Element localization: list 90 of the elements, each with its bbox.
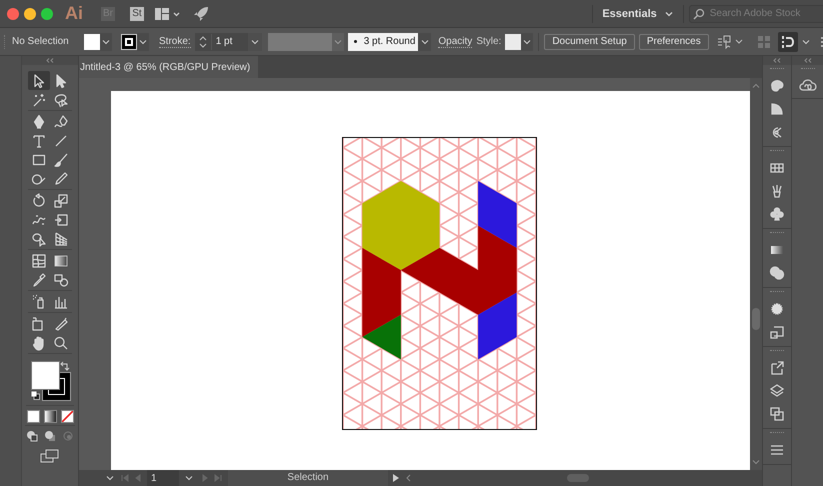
mesh-icon xyxy=(31,252,47,268)
stock-button[interactable]: St xyxy=(130,6,144,20)
overlapping-circles-icon[interactable] xyxy=(769,265,785,281)
workspace-switcher[interactable]: Essentials xyxy=(593,8,683,20)
brush-definition-dropdown[interactable]: 3 pt. Round xyxy=(348,32,432,50)
rocket-icon[interactable] xyxy=(193,6,209,22)
paintbrush-icon xyxy=(53,152,69,168)
transform-options-icon[interactable] xyxy=(716,34,744,50)
zigzag-shape[interactable] xyxy=(362,226,517,338)
graphic-style-icon[interactable] xyxy=(769,324,785,340)
panel-grip-icon[interactable] xyxy=(4,34,7,48)
document-tab[interactable]: Jntitled-3 @ 65% (RGB/GPU Preview) xyxy=(79,56,258,78)
line-segment-icon xyxy=(53,132,69,148)
stroke-label[interactable]: Stroke: xyxy=(159,36,191,48)
current-tool-status: Selection xyxy=(228,470,388,486)
collapse-icon[interactable] xyxy=(46,58,54,63)
collapse-icon[interactable] xyxy=(773,58,781,63)
color-palette-icon[interactable] xyxy=(769,78,785,94)
align-to-key-icon xyxy=(780,34,796,50)
artboard-number-field[interactable]: 1 xyxy=(147,470,179,486)
opacity-label[interactable]: Opacity xyxy=(438,36,472,48)
fill-swatch[interactable] xyxy=(84,34,100,50)
export-icon[interactable] xyxy=(769,360,785,376)
draw-behind-icon[interactable] xyxy=(43,429,57,443)
eyedropper-icon xyxy=(31,272,47,288)
scale-icon xyxy=(53,192,69,208)
curvature-pen-icon xyxy=(53,114,69,130)
color-guide-icon[interactable] xyxy=(769,101,785,117)
caret-icon[interactable] xyxy=(800,38,811,46)
gradient-icon xyxy=(53,252,69,268)
isolate-group-button[interactable] xyxy=(778,32,798,52)
collapse-icon[interactable] xyxy=(804,58,812,63)
zoom-icon xyxy=(53,334,69,350)
parallelogram[interactable] xyxy=(478,181,517,248)
hexagon[interactable] xyxy=(362,181,440,270)
triangle[interactable] xyxy=(362,314,401,360)
style-dropdown[interactable] xyxy=(521,32,534,50)
color-mode-button[interactable] xyxy=(26,409,40,423)
control-bar-button[interactable]: Document Setup xyxy=(544,34,635,50)
layers-icon[interactable] xyxy=(769,383,785,399)
parallelogram[interactable] xyxy=(478,292,517,360)
stroke-swatch[interactable] xyxy=(121,34,137,50)
gradient-mode-button[interactable] xyxy=(43,409,57,423)
caret-icon xyxy=(139,38,147,44)
app-logo: Ai xyxy=(65,3,83,24)
caret-icon[interactable] xyxy=(248,32,262,50)
graphic-style-swatch[interactable] xyxy=(505,34,522,50)
caret-icon xyxy=(185,475,193,481)
pencil-icon xyxy=(53,170,69,186)
caret-icon xyxy=(334,38,342,44)
club-icon[interactable] xyxy=(769,206,785,222)
stroke-dropdown[interactable] xyxy=(137,32,149,50)
cloud-icon[interactable] xyxy=(798,78,818,92)
horizontal-scrollbar-thumb[interactable] xyxy=(567,474,589,482)
minimize-window-button[interactable] xyxy=(24,8,36,20)
caret-icon xyxy=(664,10,674,18)
screen-mode-icon[interactable] xyxy=(40,449,60,463)
dotted-circle-icon[interactable] xyxy=(769,301,785,317)
none-mode-button[interactable] xyxy=(60,409,74,423)
close-window-button[interactable] xyxy=(7,8,19,20)
lasso-icon xyxy=(53,92,69,108)
search-icon xyxy=(692,8,707,20)
zoom-window-button[interactable] xyxy=(41,8,53,20)
stroke-weight-field[interactable]: 1 pt xyxy=(194,32,262,50)
caret-icon xyxy=(420,38,429,44)
swap-arrows-icon[interactable] xyxy=(60,361,70,371)
rotate-icon xyxy=(31,192,47,208)
wand-icon xyxy=(31,92,47,108)
pen-nib-icon xyxy=(31,114,47,130)
free-transform-icon xyxy=(53,212,69,228)
default-colors-icon[interactable] xyxy=(31,391,40,400)
arrow-pointer-tool[interactable] xyxy=(28,71,50,90)
slice-icon xyxy=(53,316,69,332)
artboards-icon[interactable] xyxy=(769,406,785,422)
fill-stroke-swatch-drawing[interactable] xyxy=(31,361,71,401)
caret-icon xyxy=(523,38,532,44)
fill-dropdown[interactable] xyxy=(100,32,112,50)
draw-normal-icon[interactable] xyxy=(25,429,39,443)
blend-icon xyxy=(53,272,69,288)
caret-icon xyxy=(106,475,114,481)
play-icon[interactable] xyxy=(391,473,401,483)
selection-status: No Selection xyxy=(12,36,70,47)
perspective-grid-icon xyxy=(53,230,69,246)
type-tool-icon xyxy=(31,132,47,148)
arrange-documents-icon[interactable] xyxy=(155,6,181,20)
vertical-scrollbar-thumb[interactable] xyxy=(752,308,760,330)
control-bar-button[interactable]: Preferences xyxy=(638,34,709,50)
shape-builder-icon xyxy=(31,230,47,246)
caret-icon xyxy=(102,38,110,44)
style-label: Style: xyxy=(476,36,502,47)
